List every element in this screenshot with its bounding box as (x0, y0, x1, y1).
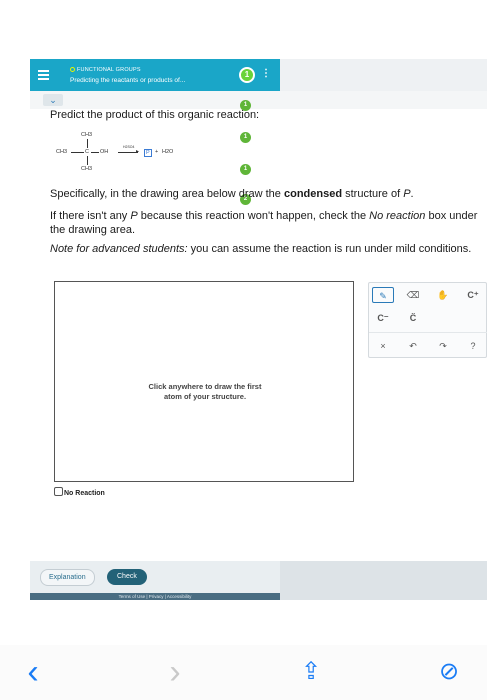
step-marker: 1 (240, 164, 251, 175)
sub-bar (30, 91, 487, 109)
compass-icon[interactable]: ⊘ (434, 657, 464, 687)
footer-links[interactable]: Terms of Use | Privacy | Accessibility (30, 593, 280, 600)
undo-icon[interactable]: ↶ (402, 338, 424, 354)
central-carbon: C (85, 149, 89, 155)
footer-gray-area (280, 561, 487, 600)
bond-line (87, 156, 88, 165)
no-reaction-option[interactable]: No Reaction (54, 487, 105, 497)
header-gray-area (280, 59, 487, 91)
browser-toolbar: ‹ › ⇪ ⊘ (0, 645, 487, 700)
eraser-icon[interactable]: ⌫ (402, 287, 424, 303)
redo-icon[interactable]: ↷ (432, 338, 454, 354)
explanation-button[interactable]: Explanation (40, 569, 95, 586)
drawing-area[interactable]: Click anywhere to draw the first atom of… (54, 281, 354, 482)
footer-bar: Explanation Check (30, 561, 280, 593)
back-icon[interactable]: ‹ (18, 655, 48, 689)
bottom-methyl: CH3 (81, 166, 93, 172)
plus-sign: + (155, 149, 159, 155)
header-bar: FUNCTIONAL GROUPS Predicting the reactan… (30, 59, 280, 91)
reaction-arrow (118, 152, 138, 153)
drawing-hint: Click anywhere to draw the first atom of… (148, 382, 262, 401)
instruction-advanced-note: Note for advanced students: you can assu… (50, 243, 472, 255)
pencil-icon[interactable]: ✎ (372, 287, 394, 303)
left-methyl: CH3 (56, 149, 68, 155)
topic-circle-icon (70, 67, 75, 72)
topic-text: FUNCTIONAL GROUPS (77, 67, 141, 73)
clear-icon[interactable]: × (372, 338, 394, 354)
bond-line (91, 152, 99, 153)
more-options-icon[interactable]: ⋮ (261, 68, 271, 79)
instruction-condensed: Specifically, in the drawing area below … (50, 188, 414, 200)
question-prompt: Predict the product of this organic reac… (50, 109, 260, 121)
water: H2O (162, 149, 174, 155)
no-reaction-label: No Reaction (64, 490, 105, 497)
product-box: P (144, 149, 152, 157)
no-reaction-checkbox[interactable] (54, 487, 63, 496)
bond-line (71, 152, 84, 153)
share-icon[interactable]: ⇪ (296, 657, 326, 687)
hydroxyl: OH (100, 149, 109, 155)
reaction-diagram: CH3 CH3 C OH CH3 H2SO4 ▸ P + H2O (56, 132, 196, 176)
instruction-no-reaction: If there isn't any P because this reacti… (50, 210, 478, 236)
bond-line (87, 139, 88, 148)
check-button[interactable]: Check (107, 569, 147, 585)
hamburger-menu-icon[interactable] (38, 70, 49, 80)
topic-label: FUNCTIONAL GROUPS (70, 67, 141, 73)
arrow-label: H2SO4 (123, 145, 135, 149)
arrow-head-icon: ▸ (136, 149, 140, 155)
palette-divider (369, 332, 487, 333)
hand-icon[interactable]: ✋ (432, 287, 454, 303)
top-methyl: CH3 (81, 132, 93, 138)
drawing-tool-palette: ✎ ⌫ ✋ C⁺ C⁻ C̈ × ↶ ↷ ? (368, 282, 487, 358)
progress-indicator[interactable]: 1 (239, 67, 255, 83)
radical-tool[interactable]: C̈ (402, 310, 424, 326)
step-marker: 1 (240, 132, 251, 143)
cation-tool[interactable]: C⁺ (462, 287, 484, 303)
help-icon[interactable]: ? (462, 338, 484, 354)
anion-tool[interactable]: C⁻ (372, 310, 394, 326)
forward-icon[interactable]: › (160, 655, 190, 689)
lesson-title[interactable]: Predicting the reactants or products of.… (70, 77, 185, 84)
collapse-chevron-icon[interactable]: ⌄ (43, 94, 63, 106)
